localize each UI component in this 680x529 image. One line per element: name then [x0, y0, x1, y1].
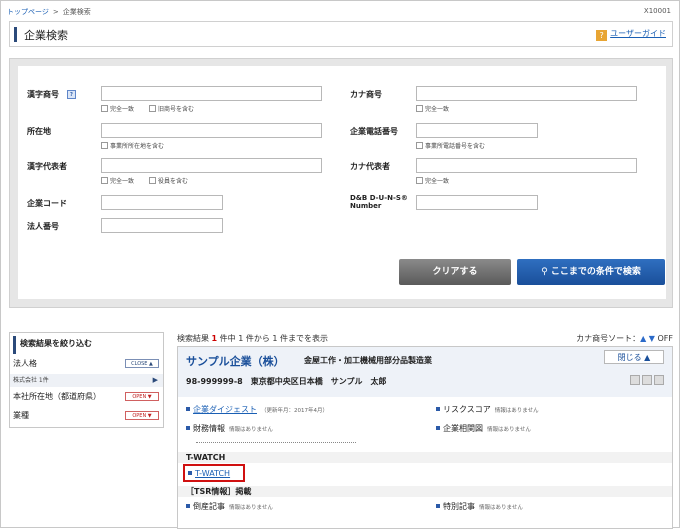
company-name[interactable]: サンプル企業（株） [186, 353, 285, 369]
kana-rep-input[interactable] [416, 158, 637, 173]
list-icon[interactable] [630, 375, 640, 385]
open-toggle[interactable]: OPEN ▼ [125, 411, 159, 420]
close-toggle[interactable]: CLOSE ▲ [125, 359, 159, 368]
tool-icons [628, 375, 664, 388]
page-header: 企業検索 ? ユーザーガイド [9, 21, 673, 47]
user-guide-label: ユーザーガイド [610, 29, 666, 38]
address-label: 所在地 [27, 127, 51, 136]
kanji-name-input[interactable] [101, 86, 322, 101]
page-code: X10001 [643, 7, 671, 15]
special-article-item: 特別記事 情報はありません [436, 501, 523, 512]
title-accent-bar [14, 27, 17, 42]
help-icon[interactable]: ? [67, 90, 76, 99]
filter-option-kabushiki[interactable]: 株式会社 1件 ▶ [10, 374, 163, 387]
breadcrumb-home-link[interactable]: トップページ [7, 8, 49, 16]
search-panel: 漢字商号? 完全一致 旧商号を含む カナ商号 完全一致 所在地 事業所所在地を含… [9, 58, 673, 308]
corp-number-label: 法人番号 [27, 222, 59, 231]
search-form: 漢字商号? 完全一致 旧商号を含む カナ商号 完全一致 所在地 事業所所在地を含… [18, 66, 666, 299]
document-icon[interactable] [642, 375, 652, 385]
kana-name-label: カナ商号 [350, 90, 382, 99]
new-article-item: 倒産記事 情報はありません [186, 501, 273, 512]
filter-group-industry[interactable]: 業種 OPEN ▼ [10, 409, 163, 422]
clipped-text-line [196, 442, 356, 446]
office-phone-checkbox[interactable]: 事業所電話番号を含む [416, 141, 485, 150]
search-button[interactable]: ⚲ ここまでの条件で検索 [517, 259, 665, 285]
clear-button[interactable]: クリアする [399, 259, 511, 285]
filter-panel-title: 検索結果を絞り込む [13, 336, 163, 354]
open-toggle[interactable]: OPEN ▼ [125, 392, 159, 401]
arrow-right-icon: ▶ [152, 376, 158, 384]
company-code-input[interactable] [101, 195, 223, 210]
kanji-rep-input[interactable] [101, 158, 322, 173]
sort-off-button[interactable]: OFF [658, 334, 674, 343]
filter-panel: 検索結果を絞り込む 法人格 CLOSE ▲ 株式会社 1件 ▶ 本社所在地（都道府県… [9, 332, 164, 428]
address-input[interactable] [101, 123, 322, 138]
kana-exact-checkbox[interactable]: 完全一致 [416, 104, 449, 113]
finance-item: 財務情報 情報はありません [186, 423, 273, 434]
breadcrumb: トップページ > 企業検索 X10001 [7, 7, 675, 21]
kanji-rep-label: 漢字代表者 [27, 162, 67, 171]
filter-group-legal-form[interactable]: 法人格 CLOSE ▲ [10, 357, 163, 370]
filter-group-prefecture[interactable]: 本社所在地（都道府県） OPEN ▼ [10, 390, 163, 403]
kanji-name-label: 漢字商号? [27, 89, 76, 100]
close-button[interactable]: 閉じる ▲ [604, 350, 664, 364]
highlight-box [183, 464, 245, 482]
page-frame: トップページ > 企業検索 X10001 企業検索 ? ユーザーガイド 漢字商号? 完… [0, 0, 680, 529]
phone-label: 企業電話番号 [350, 127, 398, 136]
relation-item: 企業相関図 情報はありません [436, 423, 531, 434]
office-address-checkbox[interactable]: 事業所所在地を含む [101, 141, 164, 150]
result-card: サンプル企業（株） 金屋工作・加工機械用部分品製造業 98-999999-8 東… [177, 346, 673, 529]
duns-label: D&B D-U-N-S® Number [350, 194, 408, 210]
company-code-label: 企業コード [27, 199, 67, 208]
digest-item: 企業ダイジェスト （更新年月：2017年4月） [186, 404, 328, 415]
kana-name-input[interactable] [416, 86, 637, 101]
risk-item: リスクスコア 情報はありません [436, 404, 539, 415]
search-icon: ⚲ [541, 267, 551, 277]
breadcrumb-current: 企業検索 [62, 8, 91, 16]
kana-rep-exact-checkbox[interactable]: 完全一致 [416, 176, 449, 185]
kanji-former-name-checkbox[interactable]: 旧商号を含む [149, 104, 194, 113]
result-summary: 検索結果 1 件中 1 件から 1 件までを表示 カナ商号ソート：▲ ▼ OFF [177, 334, 674, 343]
sort-asc-button[interactable]: ▲ [640, 334, 646, 343]
duns-input[interactable] [416, 195, 538, 210]
company-industry: 金屋工作・加工機械用部分品製造業 [304, 356, 432, 365]
user-guide-link[interactable]: ? ユーザーガイド [596, 28, 666, 41]
card-header: サンプル企業（株） 金屋工作・加工機械用部分品製造業 98-999999-8 東… [178, 347, 672, 397]
tsr-section-header: ［TSR情報］掲載 [178, 486, 672, 497]
question-icon: ? [596, 30, 608, 41]
company-address: 98-999999-8 東京都中央区日本橋 サンプル 太郎 [186, 377, 387, 386]
sort-desc-button[interactable]: ▼ [649, 334, 655, 343]
phone-input[interactable] [416, 123, 538, 138]
corp-number-input[interactable] [101, 218, 223, 233]
kanji-rep-exact-checkbox[interactable]: 完全一致 [101, 176, 134, 185]
digest-link[interactable]: 企業ダイジェスト [193, 405, 257, 414]
breadcrumb-separator: > [52, 8, 59, 16]
twatch-section-header: T-WATCH [178, 452, 672, 463]
include-officers-checkbox[interactable]: 役員を含む [149, 176, 188, 185]
print-icon[interactable] [654, 375, 664, 385]
kana-sort: カナ商号ソート：▲ ▼ OFF [576, 334, 674, 343]
kanji-exact-checkbox[interactable]: 完全一致 [101, 104, 134, 113]
kana-rep-label: カナ代表者 [350, 162, 390, 171]
page-title: 企業検索 [24, 29, 68, 42]
